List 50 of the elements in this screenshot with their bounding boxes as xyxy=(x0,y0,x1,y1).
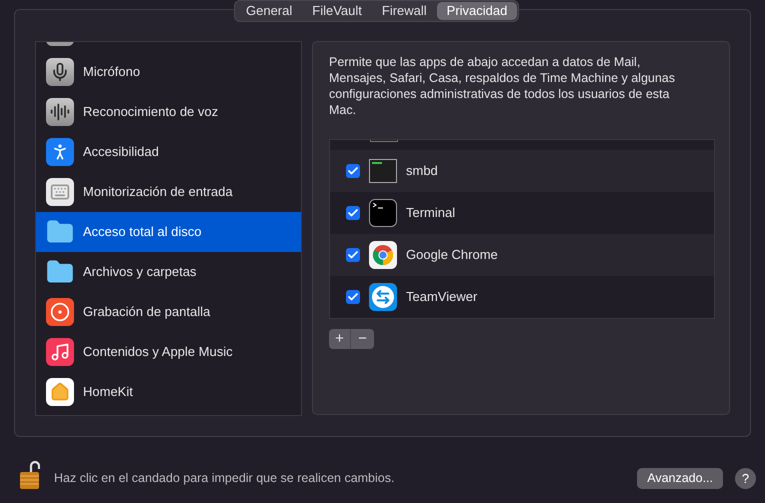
app-name: TeamViewer xyxy=(406,288,478,306)
accessibility-icon xyxy=(46,138,74,166)
sidebar-label: Micrófono xyxy=(83,63,140,82)
sidebar-label: Archivos y carpetas xyxy=(83,263,196,282)
remove-button[interactable]: − xyxy=(351,329,374,349)
tab[interactable]: Privacidad xyxy=(436,2,518,20)
checkbox[interactable] xyxy=(346,164,360,178)
sidebar-item[interactable]: Accesibilidad xyxy=(36,132,301,172)
tab[interactable]: General xyxy=(236,2,302,20)
house-icon xyxy=(46,378,74,406)
app-name: smbd xyxy=(406,162,438,180)
checkbox[interactable] xyxy=(346,206,360,220)
app-row[interactable]: Terminal xyxy=(330,192,714,234)
sidebar-label: Contenidos y Apple Music xyxy=(83,343,233,362)
chrome-icon xyxy=(369,241,397,269)
app-name: Terminal xyxy=(406,204,456,222)
tab[interactable]: FileVault xyxy=(302,2,372,20)
add-button[interactable]: + xyxy=(329,329,351,349)
checkbox[interactable] xyxy=(346,290,360,304)
help-button[interactable]: ? xyxy=(735,468,756,489)
record-icon xyxy=(46,298,74,326)
keyboard-icon xyxy=(46,178,74,206)
terminal-icon xyxy=(369,199,397,227)
sidebar-label: HomeKit xyxy=(83,383,133,402)
sidebar-item[interactable]: Contenidos y Apple Music xyxy=(36,332,301,372)
microphone-icon xyxy=(46,58,74,86)
sidebar-item[interactable]: Reconocimiento de voz xyxy=(36,92,301,132)
unlocked-padlock-icon xyxy=(20,458,40,488)
arrows-icon xyxy=(369,283,397,311)
sidebar-item[interactable]: Acceso total al disco xyxy=(36,212,301,252)
sidebar-label: Reconocimiento de voz xyxy=(83,103,218,122)
lock-hint-text: Haz clic en el candado para impedir que se realicen cambios. xyxy=(54,470,394,488)
sidebar-item[interactable]: Micrófono xyxy=(36,52,301,92)
music-note-icon xyxy=(46,338,74,366)
sidebar-label: Grabación de pantalla xyxy=(83,303,210,322)
advanced-button[interactable]: Avanzado... xyxy=(637,468,723,489)
tab[interactable]: Firewall xyxy=(372,2,437,20)
sidebar-label: Accesibilidad xyxy=(83,143,159,162)
checkbox[interactable] xyxy=(346,248,360,262)
app-name: Google Chrome xyxy=(406,246,498,264)
sidebar-label: Acceso total al disco xyxy=(83,223,202,242)
sidebar-item[interactable]: Grabación de pantalla xyxy=(36,292,301,332)
sidebar-label: Monitorización de entrada xyxy=(83,183,233,202)
console-icon xyxy=(369,159,397,183)
sidebar-item[interactable]: Archivos y carpetas xyxy=(36,252,301,292)
app-row[interactable]: TeamViewer xyxy=(330,276,714,318)
sidebar-item[interactable]: Monitorización de entrada xyxy=(36,172,301,212)
description-text: Permite que las apps de abajo accedan a datos de Mail, Mensajes, Safari, Casa, respaldos de Time Machine y algunas configuraciones administrativas de todos los usuarios de esta Mac. xyxy=(329,54,676,118)
sound-wave-icon xyxy=(46,98,74,126)
sidebar-item[interactable]: HomeKit xyxy=(36,372,301,412)
